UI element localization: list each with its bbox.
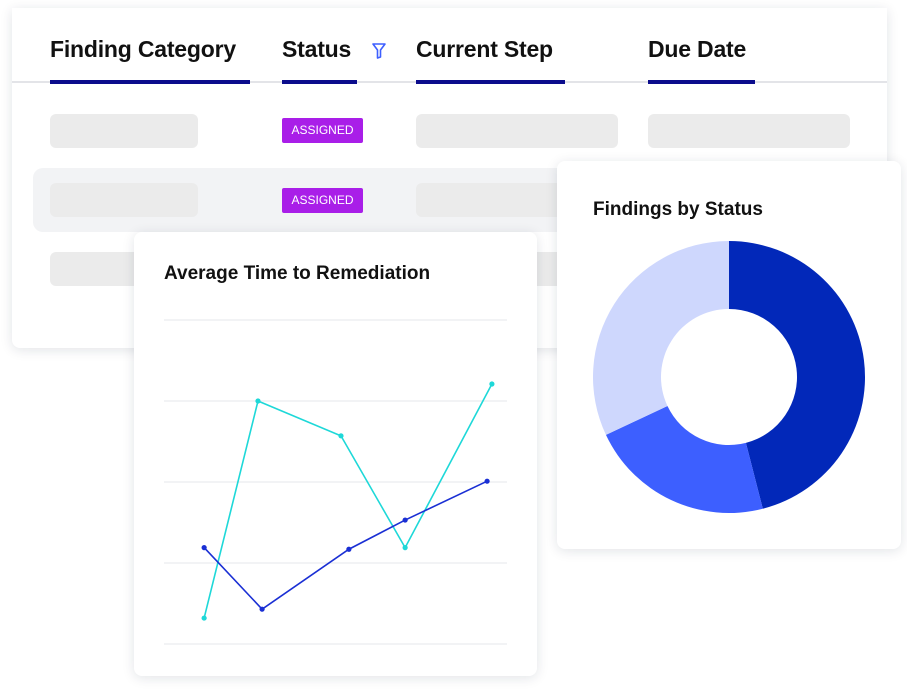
data-point[interactable]: [338, 433, 344, 439]
data-point[interactable]: [201, 615, 207, 621]
data-point[interactable]: [489, 381, 495, 387]
data-point[interactable]: [346, 546, 352, 552]
skeleton-cell: [416, 114, 618, 148]
column-header-due-date[interactable]: Due Date: [648, 36, 746, 63]
column-header-finding-category[interactable]: Finding Category: [50, 36, 236, 63]
skeleton-cell: [50, 183, 198, 217]
skeleton-cell: [50, 114, 198, 148]
line-chart-card: Average Time to Remediation: [134, 232, 537, 676]
data-point[interactable]: [484, 478, 490, 484]
data-point[interactable]: [259, 606, 265, 612]
donut-slice-2[interactable]: [593, 241, 729, 435]
series-line-1: [203, 480, 488, 611]
status-badge: ASSIGNED: [282, 118, 363, 143]
status-badge: ASSIGNED: [282, 188, 363, 213]
line-chart: [164, 319, 507, 645]
column-underline: [416, 80, 565, 84]
skeleton-cell: [648, 114, 850, 148]
donut-chart-card: Findings by Status: [557, 161, 901, 549]
data-point[interactable]: [402, 545, 408, 551]
donut-chart: [593, 241, 865, 513]
data-point[interactable]: [201, 545, 207, 551]
column-header-current-step[interactable]: Current Step: [416, 36, 553, 63]
series-line-0: [203, 383, 493, 619]
column-underline: [648, 80, 755, 84]
filter-icon[interactable]: [371, 42, 387, 60]
column-header-status[interactable]: Status: [282, 36, 351, 63]
data-point[interactable]: [402, 517, 408, 523]
column-underline: [282, 80, 357, 84]
data-point[interactable]: [255, 398, 261, 404]
column-underline: [50, 80, 250, 84]
